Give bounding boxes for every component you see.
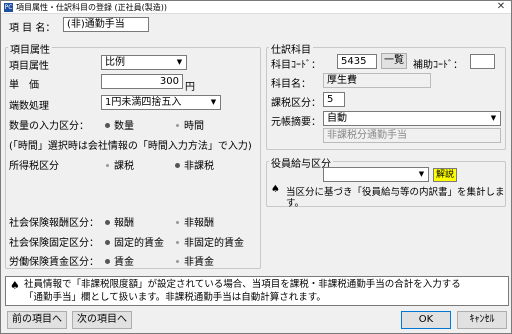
unit-price-field[interactable]: 300 bbox=[101, 74, 183, 89]
window-title: 項目属性・仕訳科目の登録 (正社員(製造)) bbox=[16, 3, 168, 12]
explain-button[interactable]: 解説 bbox=[433, 168, 457, 182]
income-tax-radio-nontaxable[interactable]: 非課税 bbox=[175, 157, 214, 172]
spade-icon: ♠ bbox=[271, 184, 280, 195]
journal-group-title: 仕訳科目 bbox=[269, 41, 313, 56]
spade-icon: ♠ bbox=[10, 279, 20, 292]
fixed-wage-label: 社会保険固定区分： bbox=[9, 238, 99, 249]
ok-button[interactable]: OK bbox=[401, 311, 451, 329]
input-type-radio-time[interactable]: 時間 bbox=[175, 117, 204, 132]
next-item-button[interactable]: 次の項目へ bbox=[72, 311, 132, 329]
account-name-label: 科目名： bbox=[271, 79, 311, 90]
radio-label: 賃金 bbox=[114, 257, 134, 268]
account-list-button[interactable]: 一覧 bbox=[381, 53, 407, 69]
officer-select[interactable]: ▼ bbox=[323, 167, 429, 182]
ledger-desc-value: 自動 bbox=[327, 113, 347, 124]
fixed-radio-nonfixed[interactable]: 非固定的賃金 bbox=[175, 234, 244, 249]
item-name-label: 項 目 名： bbox=[9, 23, 56, 34]
chevron-down-icon: ▼ bbox=[210, 98, 217, 106]
radio-selected-icon bbox=[105, 258, 110, 264]
prev-item-button[interactable]: 前の項目へ bbox=[7, 311, 67, 329]
item-type-value: 比例 bbox=[105, 57, 125, 68]
item-name-field[interactable]: (非)通勤手当 bbox=[63, 17, 149, 32]
labor-radio-wage[interactable]: 賃金 bbox=[105, 253, 134, 268]
social-radio-remuneration[interactable]: 報酬 bbox=[105, 214, 134, 229]
input-type-label: 数量の入力区分： bbox=[9, 121, 89, 132]
labor-insurance-label: 労働保険賃金区分： bbox=[9, 257, 99, 268]
item-type-select[interactable]: 比例 ▼ bbox=[101, 55, 187, 70]
radio-selected-icon bbox=[105, 122, 110, 128]
close-icon[interactable]: ✕ bbox=[495, 1, 507, 13]
rounding-value: 1円未満四捨五入 bbox=[105, 97, 182, 108]
dialog-window: PC 項目属性・仕訳科目の登録 (正社員(製造)) ✕ 項 目 名： (非)通勤… bbox=[0, 0, 512, 334]
tax-class-label: 課税区分： bbox=[271, 98, 321, 109]
info-line-2: 「通勤手当」欄として扱います。非課税通勤手当は自動計算されます。 bbox=[24, 292, 326, 303]
radio-selected-icon bbox=[105, 239, 110, 245]
chevron-down-icon: ▼ bbox=[176, 58, 183, 66]
chevron-down-icon: ▼ bbox=[418, 170, 425, 178]
radio-label: 非報酬 bbox=[184, 218, 214, 229]
radio-label: 非課税 bbox=[184, 161, 214, 172]
radio-label: 時間 bbox=[184, 121, 204, 132]
ledger-desc-auto-text: 非課税分通勤手当 bbox=[323, 128, 501, 143]
radio-label: 課税 bbox=[114, 161, 134, 172]
radio-label: 非固定的賃金 bbox=[184, 238, 244, 249]
info-message-box: ♠ 社員情報で「非課税限度額」が設定されている場合、当項目を課税・非課税通勤手当… bbox=[5, 276, 509, 306]
radio-label: 非賃金 bbox=[184, 257, 214, 268]
officer-note-line1: 当区分に基づき「役員給与等の内訳書」を集計しま bbox=[286, 187, 505, 198]
unit-price-label: 単 価 bbox=[9, 80, 39, 91]
chevron-down-icon: ▼ bbox=[490, 114, 497, 122]
unit-price-unit: 円 bbox=[185, 82, 195, 93]
radio-unselected-icon bbox=[176, 259, 179, 263]
social-radio-non-remuneration[interactable]: 非報酬 bbox=[175, 214, 214, 229]
app-icon: PC bbox=[4, 3, 13, 12]
fixed-radio-fixed[interactable]: 固定的賃金 bbox=[105, 234, 164, 249]
cancel-button[interactable]: ｷｬﾝｾﾙ bbox=[457, 311, 507, 329]
input-type-note: (「時間」選択時は会社情報の「時間入力方法」で入力) bbox=[9, 141, 252, 152]
input-type-radio-quantity[interactable]: 数量 bbox=[105, 117, 134, 132]
account-code-label: 科目ｺｰﾄﾞ： bbox=[271, 60, 321, 71]
radio-label: 報酬 bbox=[114, 218, 134, 229]
income-tax-radio-taxable[interactable]: 課税 bbox=[105, 157, 134, 172]
ledger-desc-select[interactable]: 自動 ▼ bbox=[323, 111, 501, 126]
ledger-desc-label: 元帳摘要： bbox=[271, 117, 321, 128]
aux-code-label: 補助ｺｰﾄﾞ： bbox=[413, 60, 463, 71]
social-insurance-label: 社会保険報酬区分： bbox=[9, 218, 99, 229]
radio-label: 固定的賃金 bbox=[114, 238, 164, 249]
info-line-1: 社員情報で「非課税限度額」が設定されている場合、当項目を課税・非課税通勤手当の合… bbox=[24, 279, 461, 290]
radio-unselected-icon bbox=[106, 163, 109, 167]
aux-code-field[interactable] bbox=[470, 54, 495, 69]
officer-note-line2: す。 bbox=[286, 198, 305, 209]
radio-label: 数量 bbox=[114, 121, 134, 132]
radio-selected-icon bbox=[175, 162, 180, 168]
info-message-text: 社員情報で「非課税限度額」が設定されている場合、当項目を課税・非課税通勤手当の合… bbox=[24, 278, 461, 304]
radio-unselected-icon bbox=[176, 240, 179, 244]
rounding-label: 端数処理 bbox=[9, 101, 49, 112]
income-tax-label: 所得税区分 bbox=[9, 161, 59, 172]
rounding-select[interactable]: 1円未満四捨五入 ▼ bbox=[101, 95, 221, 110]
account-name-field: 厚生費 bbox=[323, 73, 431, 88]
radio-unselected-icon bbox=[176, 220, 179, 224]
attributes-group-title: 項目属性 bbox=[8, 41, 52, 56]
radio-selected-icon bbox=[105, 219, 110, 225]
account-code-field[interactable]: 5435 bbox=[337, 54, 377, 69]
tax-class-field[interactable]: 5 bbox=[323, 92, 345, 107]
item-type-label: 項目属性 bbox=[9, 61, 49, 72]
title-bar: PC 項目属性・仕訳科目の登録 (正社員(製造)) ✕ bbox=[1, 1, 511, 14]
labor-radio-nonwage[interactable]: 非賃金 bbox=[175, 253, 214, 268]
radio-unselected-icon bbox=[176, 123, 179, 127]
